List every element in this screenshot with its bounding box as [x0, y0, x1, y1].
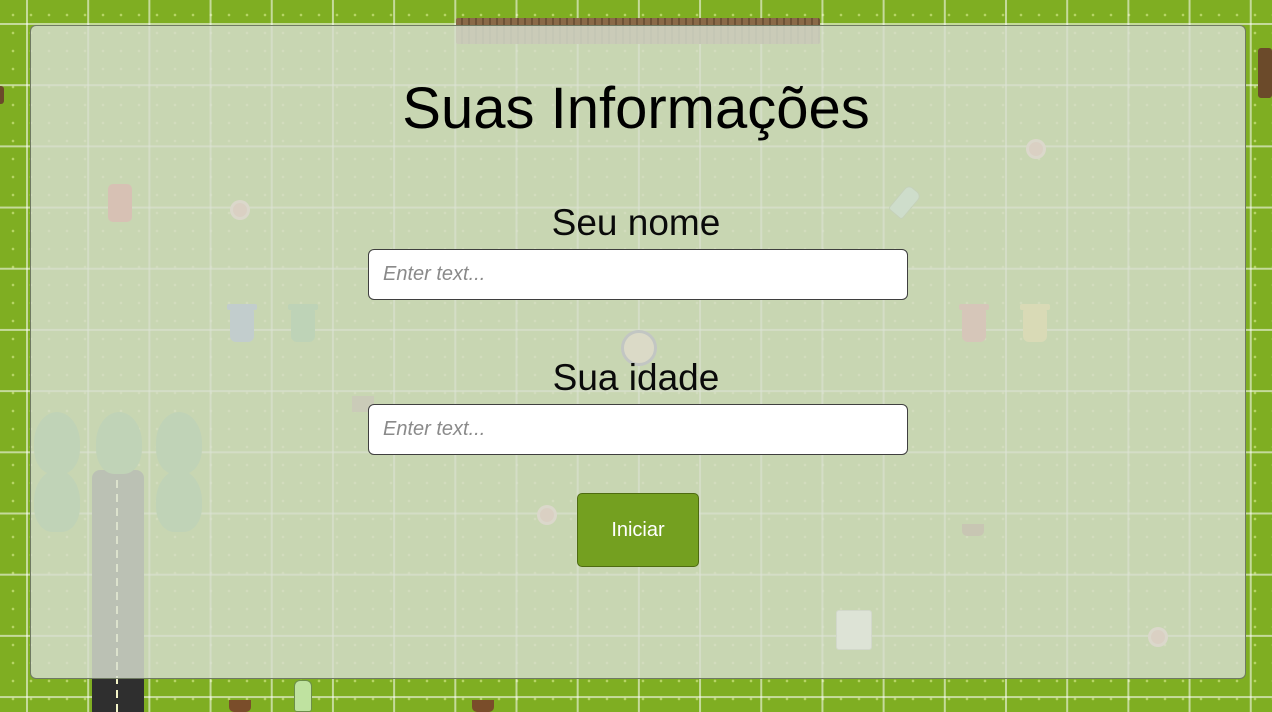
name-input[interactable] [368, 249, 908, 300]
age-input[interactable] [368, 404, 908, 455]
page-title: Suas Informações [402, 76, 870, 141]
bottle-icon [294, 680, 312, 712]
name-label: Seu nome [551, 202, 721, 243]
age-label: Sua idade [552, 357, 720, 398]
start-button[interactable]: Iniciar [577, 493, 699, 567]
plant-pot-icon [229, 700, 251, 712]
plant-pot-icon [472, 700, 494, 712]
